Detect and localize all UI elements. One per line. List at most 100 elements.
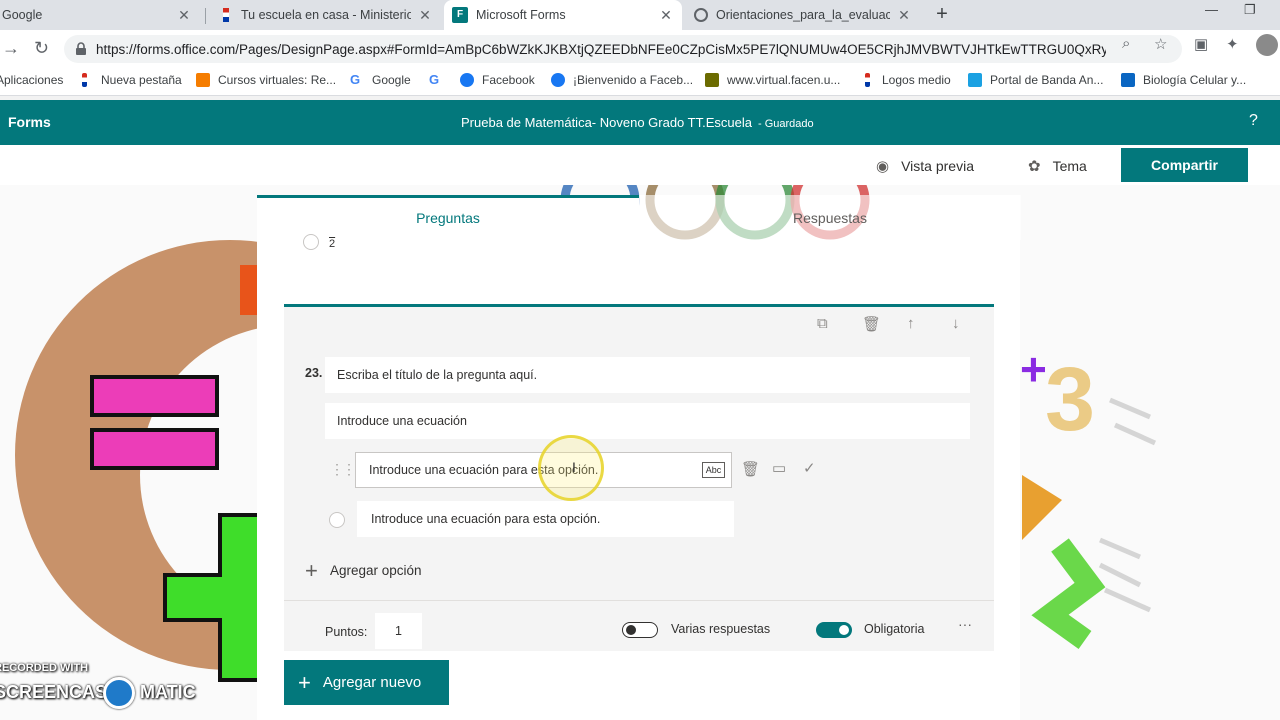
plus-icon: + <box>305 558 318 583</box>
share-button[interactable]: Compartir <box>1121 148 1248 182</box>
browser-tab-ministerio[interactable]: Tu escuela en casa - Ministerio d ✕ <box>209 0 441 30</box>
flag-icon <box>865 73 870 87</box>
move-up-arrow-icon[interactable]: ↑ <box>907 315 915 332</box>
editor-tabs: Preguntas Respuestas <box>257 195 1021 240</box>
toggle-knob <box>839 625 849 635</box>
tab-divider <box>205 8 206 24</box>
watermark-line1: RECORDED WITH <box>0 662 89 674</box>
toggle-knob <box>626 625 636 635</box>
moodle-icon <box>705 73 719 87</box>
forward-arrow-icon[interactable]: → <box>2 38 20 59</box>
browser-toolbar: → ↻ https://forms.office.com/Pages/Desig… <box>0 30 1280 68</box>
tab-preguntas[interactable]: Preguntas <box>257 195 639 240</box>
eye-icon: ◉ <box>876 158 890 175</box>
bookmark-portal-banda[interactable]: Portal de Banda An... <box>968 73 1103 87</box>
watermark-line2: SCREENCAST <box>0 682 119 702</box>
close-icon[interactable]: ✕ <box>896 7 912 24</box>
browser-tab-orientaciones[interactable]: Orientaciones_para_la_evaluacion ✕ <box>686 0 920 30</box>
close-icon[interactable]: ✕ <box>658 7 674 24</box>
drag-handle-icon[interactable]: ⋮⋮ <box>330 461 356 478</box>
bookmark-google[interactable]: G Google <box>350 72 411 88</box>
palette-icon: ✿ <box>1028 158 1041 175</box>
required-label: Obligatoria <box>864 622 925 636</box>
google-icon: G <box>350 72 361 87</box>
browser-tab-strip: Google ✕ Tu escuela en casa - Ministerio… <box>0 0 1280 30</box>
copy-icon[interactable]: ⧉ <box>817 315 828 332</box>
forms-brand[interactable]: Forms <box>8 114 51 130</box>
equation-input[interactable]: Introduce una ecuación <box>325 403 970 439</box>
google-icon: G <box>429 72 440 87</box>
prev-option-radio[interactable] <box>303 234 319 250</box>
linkedin-icon <box>1121 73 1135 87</box>
bookmark-bienvenido-facebook[interactable]: ¡Bienvenido a Faceb... <box>551 73 693 87</box>
forms-logo-icon: F <box>452 7 468 23</box>
points-label: Puntos: <box>325 625 368 639</box>
checkmark-icon[interactable]: ✓ <box>803 459 816 477</box>
minimize-icon[interactable]: — <box>1205 2 1218 17</box>
url-text: https://forms.office.com/Pages/DesignPag… <box>96 41 1106 57</box>
portal-icon <box>968 73 982 87</box>
option-2-input[interactable]: Introduce una ecuación para esta opción. <box>357 501 734 537</box>
watermark-line3: MATIC <box>140 682 196 702</box>
multiple-answers-label: Varias respuestas <box>671 622 771 636</box>
flag-icon <box>82 73 87 87</box>
zoom-search-icon[interactable]: ⌕ <box>1122 35 1130 52</box>
bookmark-cursos-virtuales[interactable]: Cursos virtuales: Re... <box>196 73 336 87</box>
extension-icon[interactable]: ▣ <box>1194 35 1208 53</box>
question-title-input[interactable]: Escriba el título de la pregunta aquí. <box>325 357 970 393</box>
puzzle-extensions-icon[interactable]: ✦ <box>1226 35 1239 53</box>
abc-symbol-icon[interactable]: Abc <box>702 462 725 478</box>
close-icon[interactable]: ✕ <box>176 7 192 24</box>
bookmarks-bar: Aplicaciones Nueva pestaña Cursos virtua… <box>0 68 1280 96</box>
new-tab-plus-icon[interactable]: + <box>930 3 954 27</box>
tab-respuestas[interactable]: Respuestas <box>639 195 1021 240</box>
bookmark-nueva-pestana[interactable]: Nueva pestaña <box>82 73 182 87</box>
question-number: 23. <box>305 366 323 380</box>
bookmark-biologia[interactable]: Biología Celular y... <box>1121 73 1246 87</box>
prev-option-text: 2 <box>329 238 336 250</box>
facebook-icon <box>460 73 474 87</box>
globe-icon <box>694 8 708 22</box>
move-down-arrow-icon[interactable]: ↓ <box>952 315 960 332</box>
theme-button[interactable]: ✿ Tema <box>1028 157 1087 175</box>
reload-icon[interactable]: ↻ <box>34 38 49 59</box>
preview-button[interactable]: ◉ Vista previa <box>876 157 974 175</box>
bookmark-facebook[interactable]: Facebook <box>460 73 535 87</box>
option-delete-icon[interactable]: 🗑 <box>741 460 760 478</box>
close-icon[interactable]: ✕ <box>417 7 433 24</box>
forms-header: Forms Prueba de Matemática- Noveno Grado… <box>0 100 1280 145</box>
comment-icon[interactable]: ▭ <box>772 459 786 477</box>
points-input[interactable]: 1 <box>375 613 422 649</box>
forms-command-bar: ◉ Vista previa ✿ Tema Compartir <box>0 145 1280 185</box>
address-bar[interactable]: https://forms.office.com/Pages/DesignPag… <box>64 35 1182 63</box>
required-toggle[interactable] <box>816 622 852 638</box>
option-2-radio[interactable] <box>329 512 345 528</box>
browser-tab-google[interactable]: Google ✕ <box>0 0 200 30</box>
plus-icon: + <box>298 669 311 695</box>
bookmark-logos-medio[interactable]: Logos medio <box>865 73 951 87</box>
more-options-icon[interactable]: ··· <box>958 616 972 632</box>
bookmark-star-icon[interactable]: ☆ <box>1154 35 1167 53</box>
help-icon[interactable]: ? <box>1249 112 1258 130</box>
facebook-icon <box>551 73 565 87</box>
save-status: - Guardado <box>757 118 814 130</box>
section-divider <box>284 600 994 601</box>
restore-window-icon[interactable]: ❐ <box>1244 2 1256 18</box>
cursor-highlight <box>538 435 604 501</box>
lock-icon <box>76 42 86 55</box>
add-new-button[interactable]: + Agregar nuevo <box>284 660 449 705</box>
bookmark-virtual-facen[interactable]: www.virtual.facen.u... <box>705 73 840 87</box>
bookmark-aplicaciones[interactable]: Aplicaciones <box>0 73 63 87</box>
multiple-answers-toggle[interactable] <box>622 622 658 638</box>
flag-icon <box>223 8 229 22</box>
profile-avatar[interactable] <box>1256 34 1278 56</box>
add-option-button[interactable]: Agregar opción <box>330 563 422 578</box>
trash-icon[interactable]: 🗑 <box>862 315 881 333</box>
form-title: Prueba de Matemática- Noveno Grado TT.Es… <box>461 115 814 130</box>
screencast-logo-icon <box>103 677 135 709</box>
svg-text:3: 3 <box>1045 350 1095 450</box>
browser-tab-microsoft-forms[interactable]: F Microsoft Forms ✕ <box>444 0 682 30</box>
svg-text:+: + <box>1020 343 1047 395</box>
bookmark-google-2[interactable]: G <box>429 73 451 87</box>
blogger-icon <box>196 73 210 87</box>
